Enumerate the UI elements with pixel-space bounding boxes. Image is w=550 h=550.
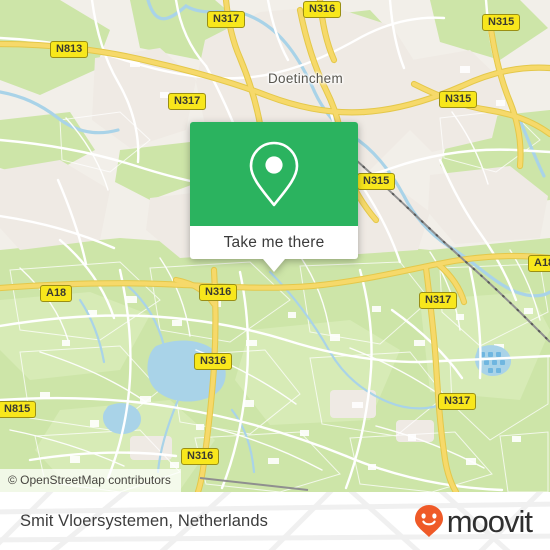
road-shield: N317 [419,292,458,309]
road-shield: N316 [199,284,238,301]
map-attribution[interactable]: © OpenStreetMap contributors [0,469,181,492]
road-shield: N317 [168,93,207,110]
road-shield: N315 [357,173,396,190]
card-pointer-tail [263,259,285,272]
card-image-area [190,122,358,226]
place-title: Smit Vloersystemen, Netherlands [20,511,268,530]
take-me-there-card[interactable]: Take me there [190,122,358,272]
map-pin-icon [249,141,299,207]
road-shield: A18 [528,255,550,272]
moovit-smiley-pin-icon [414,505,443,537]
card-action-area[interactable]: Take me there [190,226,358,272]
footer-bar: Smit Vloersystemen, Netherlands moovit [0,492,550,550]
moovit-logo[interactable]: moovit [414,503,533,539]
road-shield: N317 [207,11,246,28]
map-view[interactable]: Doetinchem N317 N316 N315 N813 N317 N315 N315 A… [0,0,550,492]
road-shield: N315 [439,91,478,108]
road-shield: N317 [438,393,477,410]
road-shield: N813 [50,41,89,58]
map-city-label: Doetinchem [268,71,344,86]
road-shield: N315 [482,14,521,31]
road-shield: N815 [0,401,37,418]
road-shield: N316 [303,1,342,18]
road-shield: A18 [40,285,73,302]
screenshot-root: Doetinchem N317 N316 N315 N813 N317 N315 N315 A… [0,0,550,550]
road-shield: N316 [194,353,233,370]
moovit-wordmark: moovit [446,503,533,539]
road-shield: N316 [181,448,220,465]
take-me-there-label: Take me there [223,233,325,251]
